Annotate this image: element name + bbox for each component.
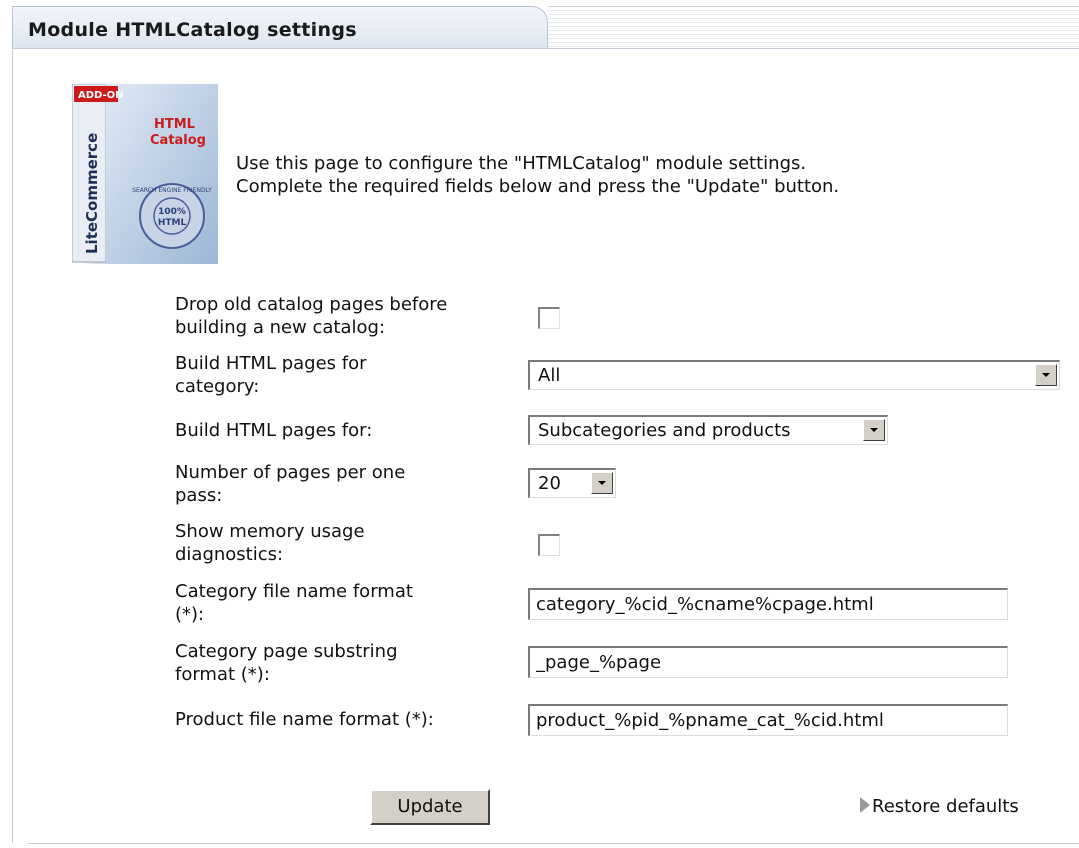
category-label-line-1: Build HTML pages for xyxy=(175,353,367,374)
category-page-label-line-2: format (*): xyxy=(175,664,270,685)
chevron-down-icon[interactable] xyxy=(591,472,613,494)
svg-text:100%: 100% xyxy=(158,207,186,217)
category-file-label-line-1: Category file name format xyxy=(175,581,413,602)
category-select-value: All xyxy=(538,365,561,386)
svg-text:HTML: HTML xyxy=(158,218,187,228)
product-file-input[interactable] xyxy=(528,704,1008,736)
chevron-down-icon[interactable] xyxy=(863,419,885,441)
intro-text: Use this page to configure the "HTMLCata… xyxy=(236,152,839,198)
pages-per-pass-label: Number of pages per one pass: xyxy=(175,461,405,507)
product-file-label: Product file name format (*): xyxy=(175,709,434,730)
divider xyxy=(28,843,1079,844)
memory-label-line-2: diagnostics: xyxy=(175,544,284,565)
category-file-label: Category file name format (*): xyxy=(175,580,413,626)
drop-old-label: Drop old catalog pages before building a… xyxy=(175,293,447,339)
drop-old-label-line-2: building a new catalog: xyxy=(175,317,386,338)
product-box-image: ADD-ON LiteCommerce HTML Catalog 100% HT… xyxy=(72,84,218,264)
category-label-line-2: category: xyxy=(175,376,260,397)
memory-label: Show memory usage diagnostics: xyxy=(175,520,365,566)
page-title: Module HTMLCatalog settings xyxy=(28,19,357,41)
update-button[interactable]: Update xyxy=(370,789,490,825)
build-for-select[interactable]: Subcategories and products xyxy=(528,415,888,445)
category-file-input[interactable] xyxy=(528,588,1008,620)
pages-per-pass-label-line-2: pass: xyxy=(175,485,223,506)
svg-text:HTML: HTML xyxy=(154,117,195,132)
intro-line-1: Use this page to configure the "HTMLCata… xyxy=(236,153,807,174)
svg-text:SEARCH ENGINE FRIENDLY: SEARCH ENGINE FRIENDLY xyxy=(132,187,212,194)
drop-old-label-line-1: Drop old catalog pages before xyxy=(175,294,448,315)
category-page-label-line-1: Category page substring xyxy=(175,641,398,662)
svg-text:ADD-ON: ADD-ON xyxy=(78,90,124,101)
category-page-label: Category page substring format (*): xyxy=(175,640,398,686)
category-page-input[interactable] xyxy=(528,646,1008,678)
memory-label-line-1: Show memory usage xyxy=(175,521,365,542)
pages-per-pass-select-value: 20 xyxy=(538,473,561,494)
category-label: Build HTML pages for category: xyxy=(175,352,367,398)
category-select[interactable]: All xyxy=(528,360,1060,390)
triangle-right-icon xyxy=(860,797,870,813)
drop-old-checkbox[interactable] xyxy=(538,307,560,329)
pages-per-pass-select[interactable]: 20 xyxy=(528,468,616,498)
restore-defaults-label[interactable]: Restore defaults xyxy=(872,796,1019,817)
intro-line-2: Complete the required fields below and p… xyxy=(236,176,840,197)
svg-text:LiteCommerce: LiteCommerce xyxy=(83,133,101,254)
memory-checkbox[interactable] xyxy=(538,534,560,556)
restore-defaults-link[interactable]: Restore defaults xyxy=(860,796,1019,817)
pages-per-pass-label-line-1: Number of pages per one xyxy=(175,462,406,483)
build-for-label: Build HTML pages for: xyxy=(175,420,373,441)
build-for-select-value: Subcategories and products xyxy=(538,420,791,441)
category-file-label-line-2: (*): xyxy=(175,604,205,625)
chevron-down-icon[interactable] xyxy=(1035,364,1057,386)
svg-text:Catalog: Catalog xyxy=(150,133,206,148)
header-rule xyxy=(548,6,1079,48)
